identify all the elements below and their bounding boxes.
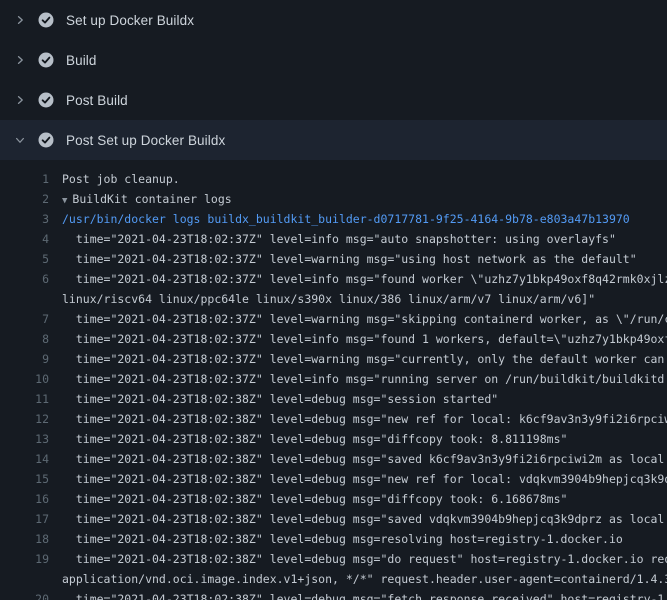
step-row[interactable]: Post Build bbox=[0, 80, 667, 120]
log-line-number[interactable]: 4 bbox=[0, 229, 62, 249]
log-line-text: linux/riscv64 linux/ppc64le linux/s390x … bbox=[62, 289, 595, 309]
log-line-text: ▼ BuildKit container logs bbox=[62, 189, 232, 209]
log-line-text: /usr/bin/docker logs buildx_buildkit_bui… bbox=[62, 209, 630, 229]
log-line: 12 time="2021-04-23T18:02:38Z" level=deb… bbox=[0, 409, 667, 429]
step-label: Post Set up Docker Buildx bbox=[66, 133, 225, 148]
log-line-text: time="2021-04-23T18:02:38Z" level=debug … bbox=[62, 589, 667, 600]
log-line: 18 time="2021-04-23T18:02:38Z" level=deb… bbox=[0, 529, 667, 549]
log-line-number[interactable]: 10 bbox=[0, 369, 62, 389]
log-line: 20 time="2021-04-23T18:02:38Z" level=deb… bbox=[0, 589, 667, 600]
log-line-text: time="2021-04-23T18:02:37Z" level=info m… bbox=[62, 229, 616, 249]
log-line-text: time="2021-04-23T18:02:38Z" level=debug … bbox=[62, 549, 667, 569]
step-row[interactable]: Build bbox=[0, 40, 667, 80]
log-line-number bbox=[0, 569, 62, 589]
log-line: 15 time="2021-04-23T18:02:38Z" level=deb… bbox=[0, 469, 667, 489]
log-line-text: time="2021-04-23T18:02:37Z" level=info m… bbox=[62, 369, 667, 389]
log-line: 17 time="2021-04-23T18:02:38Z" level=deb… bbox=[0, 509, 667, 529]
log-line: 16 time="2021-04-23T18:02:38Z" level=deb… bbox=[0, 489, 667, 509]
steps-list: Set up Docker Buildx Build Post Buil bbox=[0, 0, 667, 160]
log-line: 2 ▼ BuildKit container logs bbox=[0, 189, 667, 209]
log-line: application/vnd.oci.image.index.v1+json,… bbox=[0, 569, 667, 589]
log-line: 4 time="2021-04-23T18:02:37Z" level=info… bbox=[0, 229, 667, 249]
log-line: 8 time="2021-04-23T18:02:37Z" level=info… bbox=[0, 329, 667, 349]
chevron-right-icon[interactable] bbox=[12, 92, 28, 108]
log-line-text: time="2021-04-23T18:02:37Z" level=info m… bbox=[62, 329, 667, 349]
log-line-number[interactable]: 11 bbox=[0, 389, 62, 409]
log-line-number[interactable]: 5 bbox=[0, 249, 62, 269]
log-line-number[interactable]: 14 bbox=[0, 449, 62, 469]
log-line: 7 time="2021-04-23T18:02:37Z" level=warn… bbox=[0, 309, 667, 329]
log-line-number[interactable]: 20 bbox=[0, 589, 62, 600]
log-line-number[interactable]: 2 bbox=[0, 189, 62, 209]
log-line-number[interactable]: 15 bbox=[0, 469, 62, 489]
step-label: Post Build bbox=[66, 93, 128, 108]
actions-log-viewer: Set up Docker Buildx Build Post Buil bbox=[0, 0, 667, 600]
log-line: 10 time="2021-04-23T18:02:37Z" level=inf… bbox=[0, 369, 667, 389]
log-line: 5 time="2021-04-23T18:02:37Z" level=warn… bbox=[0, 249, 667, 269]
log-line-number[interactable]: 17 bbox=[0, 509, 62, 529]
log-line-text: time="2021-04-23T18:02:38Z" level=debug … bbox=[62, 489, 567, 509]
log-line: 3 /usr/bin/docker logs buildx_buildkit_b… bbox=[0, 209, 667, 229]
log-line-text: time="2021-04-23T18:02:38Z" level=debug … bbox=[62, 469, 667, 489]
log-line-number[interactable]: 6 bbox=[0, 269, 62, 289]
log-line: 14 time="2021-04-23T18:02:38Z" level=deb… bbox=[0, 449, 667, 469]
log-line-text: time="2021-04-23T18:02:38Z" level=debug … bbox=[62, 529, 623, 549]
log-line: 13 time="2021-04-23T18:02:38Z" level=deb… bbox=[0, 429, 667, 449]
group-title[interactable]: BuildKit container logs bbox=[72, 192, 231, 206]
log-area: 1 Post job cleanup. 2 ▼ BuildKit containe… bbox=[0, 160, 667, 600]
log-line-number[interactable]: 16 bbox=[0, 489, 62, 509]
log-line: linux/riscv64 linux/ppc64le linux/s390x … bbox=[0, 289, 667, 309]
log-line-text: time="2021-04-23T18:02:38Z" level=debug … bbox=[62, 409, 667, 429]
log-line: 11 time="2021-04-23T18:02:38Z" level=deb… bbox=[0, 389, 667, 409]
log-line-number bbox=[0, 289, 62, 309]
chevron-down-icon[interactable] bbox=[12, 132, 28, 148]
log-line-number[interactable]: 9 bbox=[0, 349, 62, 369]
log-line-text: Post job cleanup. bbox=[62, 169, 180, 189]
log-line-text: time="2021-04-23T18:02:37Z" level=warnin… bbox=[62, 349, 667, 369]
step-label: Set up Docker Buildx bbox=[66, 13, 194, 28]
chevron-right-icon[interactable] bbox=[12, 52, 28, 68]
log-line-number[interactable]: 13 bbox=[0, 429, 62, 449]
log-line-text: time="2021-04-23T18:02:38Z" level=debug … bbox=[62, 509, 667, 529]
step-label: Build bbox=[66, 53, 97, 68]
success-check-icon bbox=[38, 52, 54, 68]
log-line-text: time="2021-04-23T18:02:38Z" level=debug … bbox=[62, 449, 667, 469]
success-check-icon bbox=[38, 12, 54, 28]
log-line-text: time="2021-04-23T18:02:38Z" level=debug … bbox=[62, 389, 498, 409]
log-line-number[interactable]: 8 bbox=[0, 329, 62, 349]
log-line-text: time="2021-04-23T18:02:38Z" level=debug … bbox=[62, 429, 567, 449]
log-line: 19 time="2021-04-23T18:02:38Z" level=deb… bbox=[0, 549, 667, 569]
log-line: 1 Post job cleanup. bbox=[0, 169, 667, 189]
log-line-number[interactable]: 1 bbox=[0, 169, 62, 189]
log-line: 6 time="2021-04-23T18:02:37Z" level=info… bbox=[0, 269, 667, 289]
log-line-text: time="2021-04-23T18:02:37Z" level=warnin… bbox=[62, 309, 667, 329]
log-line-text: application/vnd.oci.image.index.v1+json,… bbox=[62, 569, 667, 589]
log-line-number[interactable]: 19 bbox=[0, 549, 62, 569]
log-line-number[interactable]: 12 bbox=[0, 409, 62, 429]
log-line: 9 time="2021-04-23T18:02:37Z" level=warn… bbox=[0, 349, 667, 369]
group-collapse-icon[interactable]: ▼ bbox=[62, 196, 67, 206]
log-line-number[interactable]: 3 bbox=[0, 209, 62, 229]
chevron-right-icon[interactable] bbox=[12, 12, 28, 28]
log-line-number[interactable]: 18 bbox=[0, 529, 62, 549]
log-line-text: time="2021-04-23T18:02:37Z" level=warnin… bbox=[62, 249, 637, 269]
success-check-icon bbox=[38, 132, 54, 148]
log-line-text: time="2021-04-23T18:02:37Z" level=info m… bbox=[62, 269, 667, 289]
success-check-icon bbox=[38, 92, 54, 108]
step-row[interactable]: Set up Docker Buildx bbox=[0, 0, 667, 40]
log-line-number[interactable]: 7 bbox=[0, 309, 62, 329]
step-row[interactable]: Post Set up Docker Buildx bbox=[0, 120, 667, 160]
